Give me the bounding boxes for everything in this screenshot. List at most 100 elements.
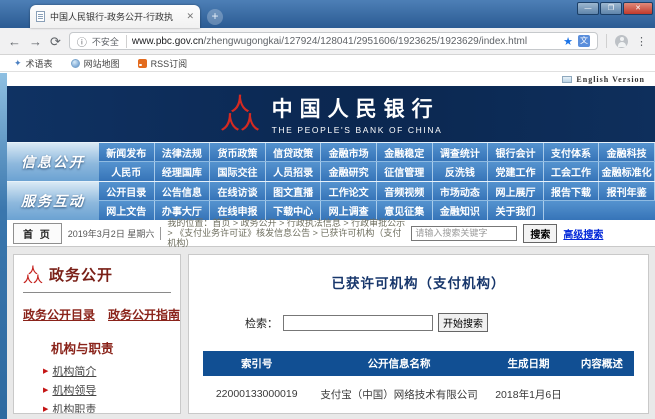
sidebar-item-org-duties[interactable]: ▶ 机构职责 — [43, 399, 171, 414]
nav-item[interactable]: 党建工作 — [488, 162, 544, 181]
site-banner: 人 人 人 中国人民银行 THE PEOPLE'S BANK OF CHINA — [7, 86, 655, 142]
list-search-button[interactable]: 开始搜索 — [438, 313, 488, 332]
site-title-cn: 中国人民银行 — [272, 93, 443, 123]
maximize-button[interactable]: ❐ — [600, 2, 622, 15]
new-tab-button[interactable]: + — [207, 9, 223, 25]
minimize-button[interactable]: — — [577, 2, 599, 15]
site-search-button[interactable]: 搜索 — [523, 224, 557, 243]
nav-item[interactable]: 金融研究 — [321, 162, 377, 181]
nav-item[interactable]: 图文直播 — [266, 182, 322, 200]
nav-item[interactable]: 货币政策 — [210, 143, 266, 161]
nav-item[interactable]: 音频视频 — [377, 182, 433, 200]
nav-item[interactable]: 信贷政策 — [266, 143, 322, 161]
nav-item[interactable]: 工作论文 — [321, 182, 377, 200]
nav-item[interactable]: 征信管理 — [377, 162, 433, 181]
bookmarks-bar: ✦ 术语表 网站地图 RSS订阅 — [0, 55, 655, 72]
translate-icon[interactable]: 文 — [578, 35, 590, 47]
col-header-name: 公开信息名称 — [311, 351, 488, 376]
sidebar-item-org-leaders[interactable]: ▶ 机构领导 — [43, 380, 171, 399]
table-row: 22000231000010 银联商务股份有限公司 2018年1月6日 — [203, 412, 634, 414]
col-header-date: 生成日期 — [488, 351, 570, 376]
browser-window: 中国人民银行-政务公开-行政执 ✕ + — ❐ ✕ ← → ⟳ ⓘ 不安全 ww… — [0, 0, 655, 419]
nav-item[interactable]: 市场动态 — [433, 182, 489, 200]
nav-item[interactable]: 报告下载 — [544, 182, 600, 200]
window-edge — [0, 73, 7, 419]
bullet-icon: ▶ — [43, 386, 48, 394]
cell-index: 22000231000010 — [203, 412, 311, 414]
glossary-icon: ✦ — [14, 58, 22, 69]
menu-kebab-icon[interactable]: ⋮ — [636, 35, 647, 48]
nav-label-info-disclosure[interactable]: 信息公开 — [7, 143, 99, 181]
svg-text:人: 人 — [33, 273, 43, 284]
advanced-search-link[interactable]: 高级搜索 — [563, 226, 603, 241]
close-button[interactable]: ✕ — [623, 2, 653, 15]
sidebar-link-guide[interactable]: 政务公开指南 — [108, 306, 180, 323]
forward-icon[interactable]: → — [29, 35, 42, 48]
sidebar-link-directory[interactable]: 政务公开目录 — [23, 306, 95, 323]
english-version-link[interactable]: English Version — [7, 73, 655, 86]
back-icon[interactable]: ← — [8, 35, 21, 48]
breadcrumb[interactable]: 我的位置：首页 > 政务公开 > 行政执法信息 > 行政审批公示 > 《支付业务… — [167, 218, 405, 248]
nav-item[interactable]: 公告信息 — [155, 182, 211, 200]
tab-close-icon[interactable]: ✕ — [186, 11, 194, 22]
tab-title: 中国人民银行-政务公开-行政执 — [50, 10, 181, 23]
nav-item[interactable]: 工会工作 — [544, 162, 600, 181]
nav-item[interactable]: 金融稳定 — [377, 143, 433, 161]
profile-avatar-icon[interactable] — [615, 35, 628, 48]
cell-name: 支付宝（中国）网络技术有限公司 — [311, 376, 488, 412]
nav-item[interactable]: 新闻发布 — [99, 143, 155, 161]
language-icon — [562, 76, 572, 83]
bookmark-star-icon[interactable]: ★ — [563, 35, 573, 48]
nav-item[interactable]: 人民币 — [99, 162, 155, 181]
nav-label-service-interaction[interactable]: 服务互动 — [7, 182, 99, 220]
sidebar-top-links: 政务公开目录 政务公开指南 — [23, 306, 171, 323]
main-panel: 已获许可机构（支付机构） 检索： 开始搜索 索引号 公开信息名称 生成日期 — [188, 254, 649, 414]
list-search-row: 检索： 开始搜索 — [245, 313, 648, 332]
nav-item[interactable]: 调查统计 — [433, 143, 489, 161]
cell-date: 2018年1月6日 — [488, 412, 570, 414]
home-button[interactable]: 首 页 — [13, 223, 62, 244]
nav-item[interactable]: 关于我们 — [488, 201, 544, 220]
breadcrumb-bar: 首 页 2019年3月2日 星期六 我的位置：首页 > 政务公开 > 行政执法信… — [7, 220, 655, 247]
cell-name: 银联商务股份有限公司 — [311, 412, 488, 414]
nav-item[interactable]: 金融市场 — [321, 143, 377, 161]
browser-toolbar: ← → ⟳ ⓘ 不安全 www.pbc.gov.cn/zhengwugongka… — [0, 28, 655, 55]
license-table: 索引号 公开信息名称 生成日期 内容概述 22000133000019 支付宝（… — [203, 351, 634, 414]
nav-item[interactable]: 经理国库 — [155, 162, 211, 181]
nav-item[interactable]: 反洗钱 — [433, 162, 489, 181]
nav-item[interactable]: 网上文告 — [99, 201, 155, 220]
nav-item[interactable]: 支付体系 — [544, 143, 600, 161]
list-search-input[interactable] — [283, 315, 433, 331]
bookmark-rss[interactable]: RSS订阅 — [138, 57, 188, 70]
site-info-icon[interactable]: ⓘ — [77, 34, 87, 49]
sidebar: 人 人 人 政务公开 政务公开目录 政务公开指南 机构与职责 ▶ — [13, 254, 181, 414]
nav-item[interactable]: 法律法规 — [155, 143, 211, 161]
sidebar-item-org-intro[interactable]: ▶ 机构简介 — [43, 361, 171, 380]
nav-item[interactable]: 报刊年鉴 — [599, 182, 655, 200]
nav-item[interactable]: 国际交往 — [210, 162, 266, 181]
sidebar-section-org: 机构与职责 — [51, 338, 171, 357]
browser-tab[interactable]: 中国人民银行-政务公开-行政执 ✕ — [30, 5, 200, 28]
nav-item[interactable]: 网上展厅 — [488, 182, 544, 200]
nav-item[interactable]: 金融知识 — [433, 201, 489, 220]
bookmark-label: 网站地图 — [84, 57, 120, 70]
site-search-input[interactable] — [411, 226, 517, 241]
cell-summary — [569, 376, 634, 412]
breadcrumb-location-label: 我的位置： — [167, 218, 212, 228]
bookmark-glossary[interactable]: ✦ 术语表 — [14, 57, 53, 70]
nav-item[interactable]: 银行会计 — [488, 143, 544, 161]
bullet-icon: ▶ — [43, 405, 48, 413]
cell-index: 22000133000019 — [203, 376, 311, 412]
nav-item[interactable]: 人员招录 — [266, 162, 322, 181]
page-favicon-icon — [36, 11, 45, 22]
url-path: /zhengwugongkai/127924/128041/2951606/19… — [203, 36, 527, 47]
nav-item[interactable]: 在线访谈 — [210, 182, 266, 200]
nav-item[interactable]: 金融标准化 — [599, 162, 655, 181]
nav-item[interactable]: 公开目录 — [99, 182, 155, 200]
refresh-icon[interactable]: ⟳ — [50, 35, 61, 48]
table-row: 22000133000019 支付宝（中国）网络技术有限公司 2018年1月6日 — [203, 376, 634, 412]
nav-item[interactable]: 金融科技 — [599, 143, 655, 161]
bookmark-sitemap[interactable]: 网站地图 — [71, 57, 120, 70]
webpage: English Version 人 人 人 中国人民银行 THE PEOPLE'… — [7, 73, 655, 419]
address-bar[interactable]: ⓘ 不安全 www.pbc.gov.cn/zhengwugongkai/1279… — [69, 32, 598, 50]
